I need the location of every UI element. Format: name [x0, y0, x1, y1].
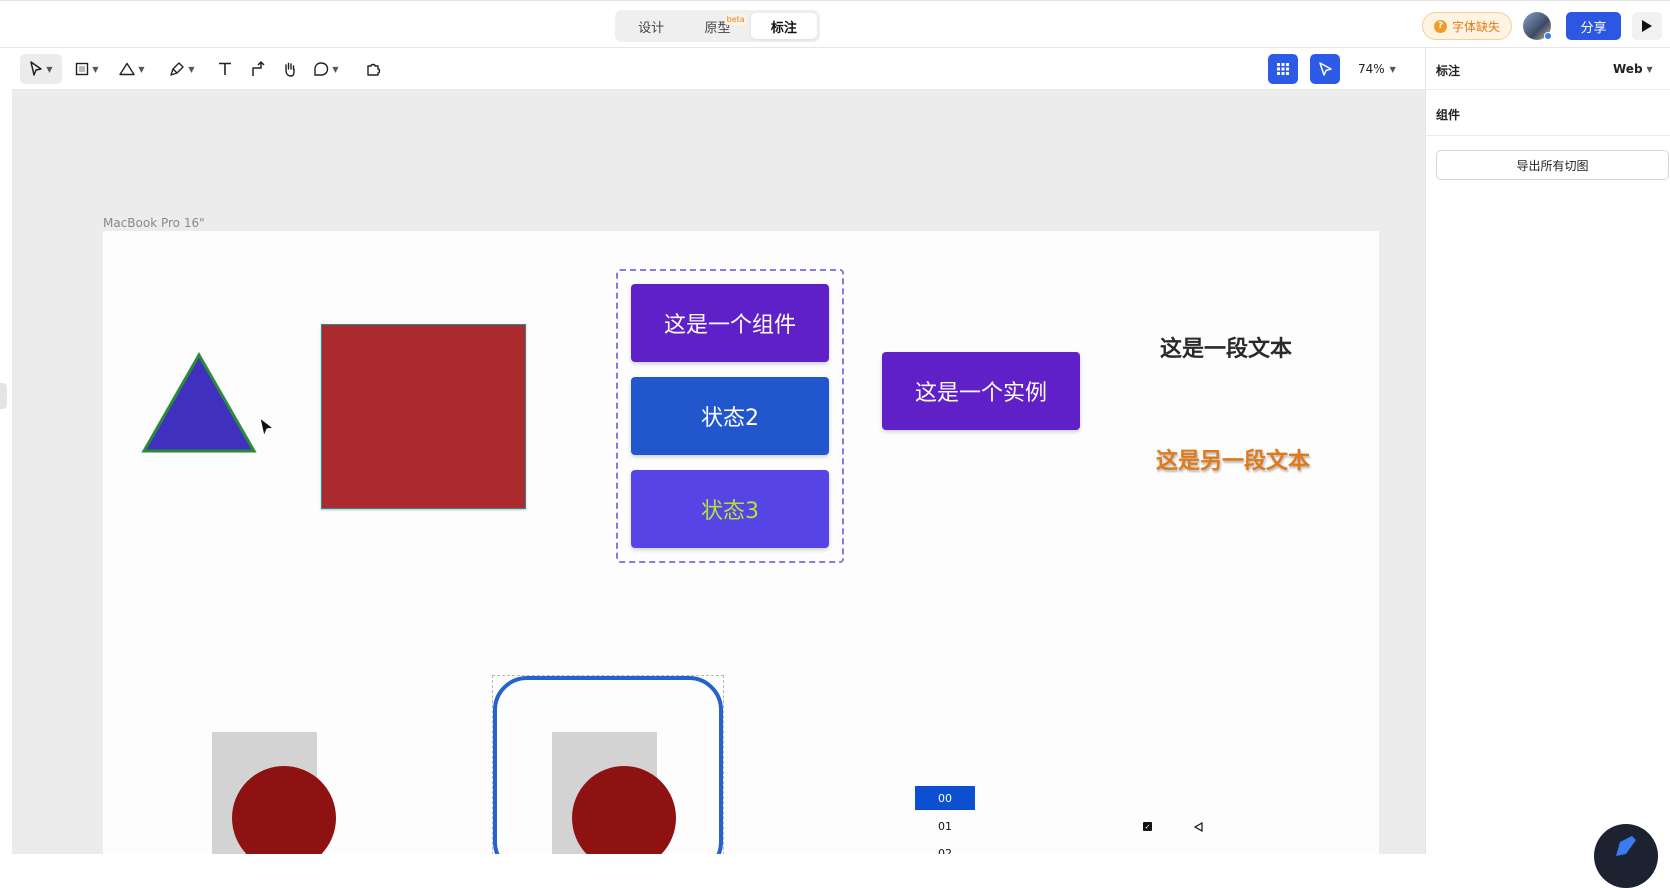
shape-tool[interactable]: ▼: [114, 54, 150, 84]
connector-icon: [252, 61, 265, 76]
tab-design[interactable]: 设计: [618, 13, 684, 39]
play-button[interactable]: [1632, 12, 1662, 40]
red-circle[interactable]: [232, 766, 336, 854]
tab-prototype[interactable]: 原型 beta: [684, 13, 750, 39]
online-status-dot: [1544, 32, 1552, 40]
zoom-dropdown[interactable]: 74% ▼: [1358, 58, 1396, 80]
inspect-header: 标注 Web ▼: [1426, 48, 1670, 90]
triangle-left-icon[interactable]: [1194, 822, 1203, 832]
design-canvas[interactable]: MacBook Pro 16" 这是一个组件 状态2 状态3 这是一个实例 这是…: [12, 90, 1425, 854]
instance-button[interactable]: 这是一个实例: [882, 352, 1080, 430]
play-icon: [1642, 20, 1652, 32]
mouse-cursor-icon: [259, 417, 275, 437]
shape-icon: [119, 62, 136, 76]
chevron-down-icon: ▼: [1646, 64, 1653, 74]
comment-icon: [314, 62, 329, 76]
move-tool[interactable]: ▼: [20, 54, 62, 84]
prototype-arrow-icon: [1319, 62, 1332, 76]
list-item-selected[interactable]: 00: [915, 786, 975, 810]
components-label: 组件: [1436, 108, 1461, 122]
left-panel-edge: [0, 48, 12, 854]
export-all-slices-button[interactable]: 导出所有切图: [1436, 150, 1669, 180]
tab-inspect[interactable]: 标注: [750, 13, 817, 39]
chevron-down-icon: ▼: [92, 64, 99, 74]
connector-tool[interactable]: [245, 54, 271, 84]
list-item[interactable]: 01: [915, 816, 975, 836]
question-icon: ?: [1433, 19, 1447, 33]
chevron-down-icon: ▼: [188, 64, 195, 74]
chevron-down-icon: ▼: [1389, 64, 1396, 74]
chevron-down-icon: ▼: [46, 64, 53, 74]
inspect-label: 标注: [1436, 64, 1461, 78]
frame-tool[interactable]: ▼: [70, 54, 104, 84]
chevron-down-icon: ▼: [138, 64, 145, 74]
components-section: 组件: [1426, 90, 1670, 136]
text-block-2[interactable]: 这是另一段文本: [1156, 443, 1310, 475]
component-button[interactable]: 这是一个组件: [631, 284, 829, 362]
hand-tool[interactable]: [277, 54, 303, 84]
comment-tool[interactable]: ▼: [309, 54, 343, 84]
prototype-toggle-button[interactable]: [1310, 54, 1340, 84]
toolbar: ▼ ▼ ▼ ▼ ▼: [0, 48, 1425, 90]
checkbox-icon[interactable]: ✓: [1143, 822, 1152, 831]
pen-icon: [170, 62, 185, 76]
assistant-badge[interactable]: [1594, 824, 1658, 888]
text-block-1[interactable]: 这是一段文本: [1160, 331, 1292, 363]
grid-toggle-button[interactable]: [1268, 54, 1298, 84]
mode-tabs: 设计 原型 beta 标注: [615, 10, 820, 42]
inspect-panel: 标注 Web ▼ 组件 导出所有切图: [1425, 48, 1670, 854]
state2-button[interactable]: 状态2: [631, 377, 829, 455]
state3-button[interactable]: 状态3: [631, 470, 829, 548]
pencil-icon: [1616, 836, 1636, 856]
plugin-icon: [367, 63, 381, 76]
hand-icon: [285, 62, 295, 77]
left-panel-collapse-handle[interactable]: [0, 383, 7, 409]
text-tool[interactable]: [212, 54, 238, 84]
move-icon: [30, 61, 43, 76]
list-item[interactable]: 02: [915, 843, 975, 855]
plugin-tool[interactable]: [360, 54, 386, 84]
text-icon: [219, 62, 231, 75]
share-button[interactable]: 分享: [1566, 12, 1621, 40]
grid-icon: [1277, 63, 1289, 75]
macbook-frame[interactable]: 这是一个组件 状态2 状态3 这是一个实例 这是一段文本 这是另一段文本 00 …: [103, 231, 1379, 854]
frame-label[interactable]: MacBook Pro 16": [103, 216, 205, 230]
triangle-shape[interactable]: [141, 351, 261, 459]
red-square-shape[interactable]: [321, 324, 526, 509]
frame-icon: [76, 62, 89, 76]
font-missing-button[interactable]: ? 字体缺失: [1422, 12, 1512, 40]
pen-tool[interactable]: ▼: [164, 54, 200, 84]
beta-badge: beta: [724, 14, 747, 25]
chevron-down-icon: ▼: [332, 64, 339, 74]
platform-dropdown[interactable]: Web ▼: [1613, 62, 1653, 76]
top-bar: 设计 原型 beta 标注 ? 字体缺失 分享: [0, 0, 1670, 48]
